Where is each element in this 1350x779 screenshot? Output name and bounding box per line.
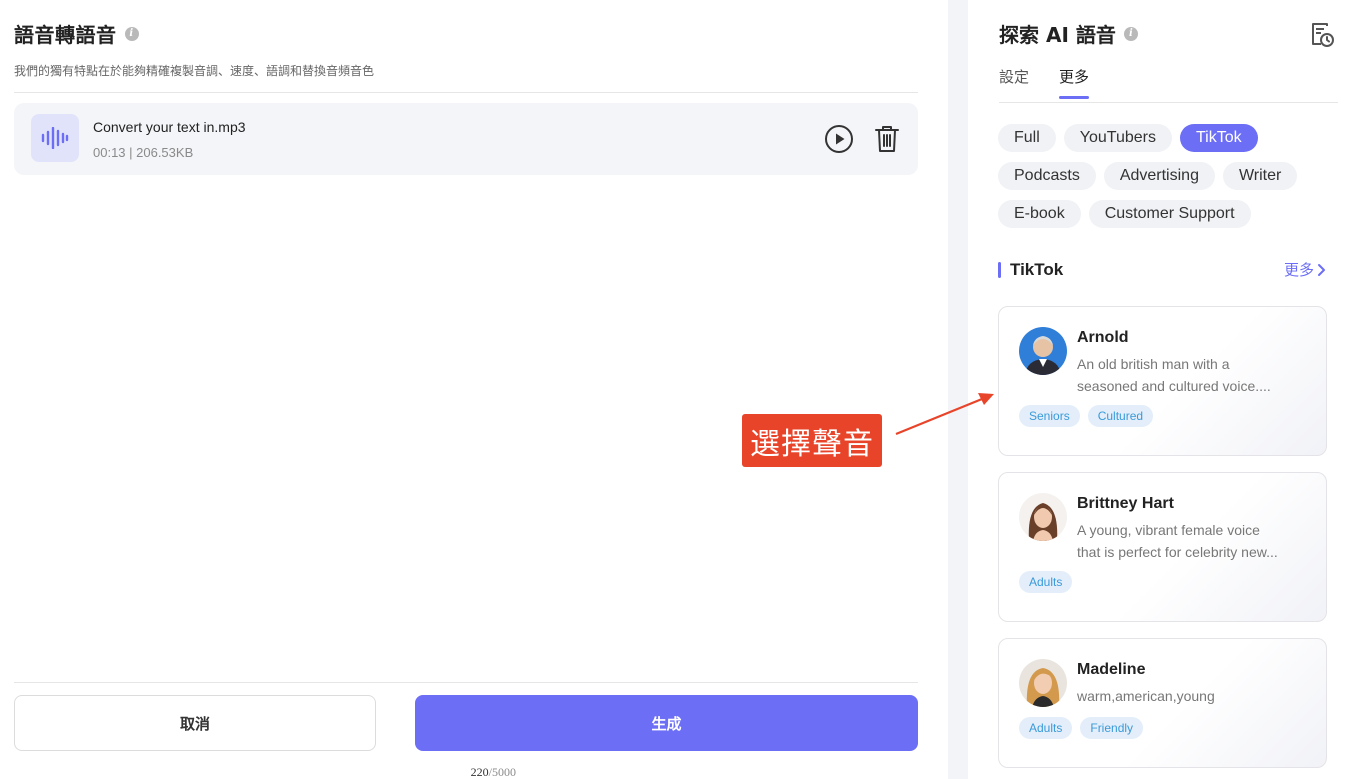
more-link[interactable]: 更多	[1284, 259, 1328, 280]
trash-icon[interactable]	[873, 124, 901, 154]
explore-title: 探索 AI 語音 i	[999, 19, 1138, 48]
tab-settings[interactable]: 設定	[999, 66, 1029, 99]
voice-name: Madeline	[1077, 661, 1146, 678]
cancel-button[interactable]: 取消	[14, 695, 376, 751]
section-title: TikTok	[998, 260, 1063, 280]
file-meta: 00:13 | 206.53KB	[93, 145, 194, 160]
voice-description-line: An old british man with a	[1077, 356, 1230, 372]
voice-tags: Adults	[1019, 571, 1073, 593]
chip-writer[interactable]: Writer	[1222, 162, 1298, 190]
divider	[14, 92, 918, 93]
chip-podcasts[interactable]: Podcasts	[998, 162, 1096, 190]
chip-ebook[interactable]: E-book	[998, 200, 1081, 228]
voice-description: A young, vibrant female voice that is pe…	[1077, 519, 1307, 563]
voice-tag: Seniors	[1019, 405, 1080, 427]
more-link-label: 更多	[1283, 261, 1314, 279]
voice-card-arnold[interactable]: Arnold An old british man with a seasone…	[998, 306, 1327, 456]
voice-name: Arnold	[1077, 329, 1129, 346]
voice-description-line: seasoned and cultured voice....	[1077, 378, 1271, 394]
page-title-text: 語音轉語音	[14, 23, 117, 47]
chip-tiktok[interactable]: TikTok	[1179, 124, 1258, 152]
voice-description-line: warm,american,young	[1077, 688, 1215, 704]
voice-card-brittney-hart[interactable]: Brittney Hart A young, vibrant female vo…	[998, 472, 1327, 622]
annotation-label: 選擇聲音	[742, 414, 882, 467]
char-count-max: /5000	[488, 765, 516, 779]
voice-tag: Adults	[1019, 717, 1073, 739]
info-icon[interactable]: i	[124, 26, 139, 41]
waveform-icon	[31, 114, 79, 162]
history-icon[interactable]	[1311, 22, 1335, 48]
chip-full[interactable]: Full	[998, 124, 1056, 152]
section-title-text: TikTok	[1010, 259, 1064, 279]
speech-to-speech-panel: 語音轉語音 i 我們的獨有特點在於能夠精確複製音調、速度、語調和替換音頻音色 C…	[0, 0, 948, 779]
divider	[14, 682, 918, 683]
section-accent-bar	[998, 261, 1001, 278]
category-chips: Full YouTubers TikTok Podcasts Advertisi…	[998, 124, 1343, 228]
explore-title-text: 探索 AI 語音	[999, 23, 1116, 47]
char-counter: 220/5000	[471, 765, 516, 779]
section-header: TikTok 更多	[998, 259, 1328, 280]
voice-tags: Adults Friendly	[1019, 717, 1144, 739]
voice-description-line: A young, vibrant female voice	[1077, 522, 1260, 538]
page-title: 語音轉語音 i	[14, 19, 139, 48]
voice-tags: Seniors Cultured	[1019, 405, 1154, 427]
explore-tabs: 設定 更多	[999, 66, 1090, 99]
file-name: Convert your text in.mp3	[93, 119, 246, 135]
tabs-divider	[999, 102, 1338, 103]
panel-gutter	[948, 0, 968, 779]
char-count-value: 220	[470, 765, 489, 779]
voice-tag: Adults	[1019, 571, 1073, 593]
info-icon[interactable]: i	[1123, 26, 1138, 41]
voice-name: Brittney Hart	[1077, 495, 1174, 512]
avatar	[1019, 493, 1067, 541]
chevron-right-icon	[1318, 263, 1325, 276]
play-icon[interactable]	[824, 124, 854, 154]
voice-tag: Friendly	[1080, 717, 1144, 739]
page-subtitle: 我們的獨有特點在於能夠精確複製音調、速度、語調和替換音頻音色	[14, 64, 375, 78]
audio-file-card: Convert your text in.mp3 00:13 | 206.53K…	[14, 103, 918, 175]
avatar	[1019, 659, 1067, 707]
chip-advertising[interactable]: Advertising	[1103, 162, 1215, 190]
voice-tag: Cultured	[1087, 405, 1154, 427]
avatar	[1019, 327, 1067, 375]
chip-youtubers[interactable]: YouTubers	[1063, 124, 1172, 152]
generate-button[interactable]: 生成	[415, 695, 918, 751]
voice-description: An old british man with a seasoned and c…	[1077, 353, 1307, 397]
tab-more[interactable]: 更多	[1059, 66, 1090, 99]
voice-description-line: that is perfect for celebrity new...	[1077, 544, 1278, 560]
voice-description: warm,american,young	[1077, 685, 1307, 707]
voice-card-madeline[interactable]: Madeline warm,american,young Adults Frie…	[998, 638, 1327, 768]
chip-customer-support[interactable]: Customer Support	[1088, 200, 1251, 228]
explore-voices-panel: 探索 AI 語音 i 設定 更多 Full YouTubers TikTok P…	[968, 0, 1350, 779]
